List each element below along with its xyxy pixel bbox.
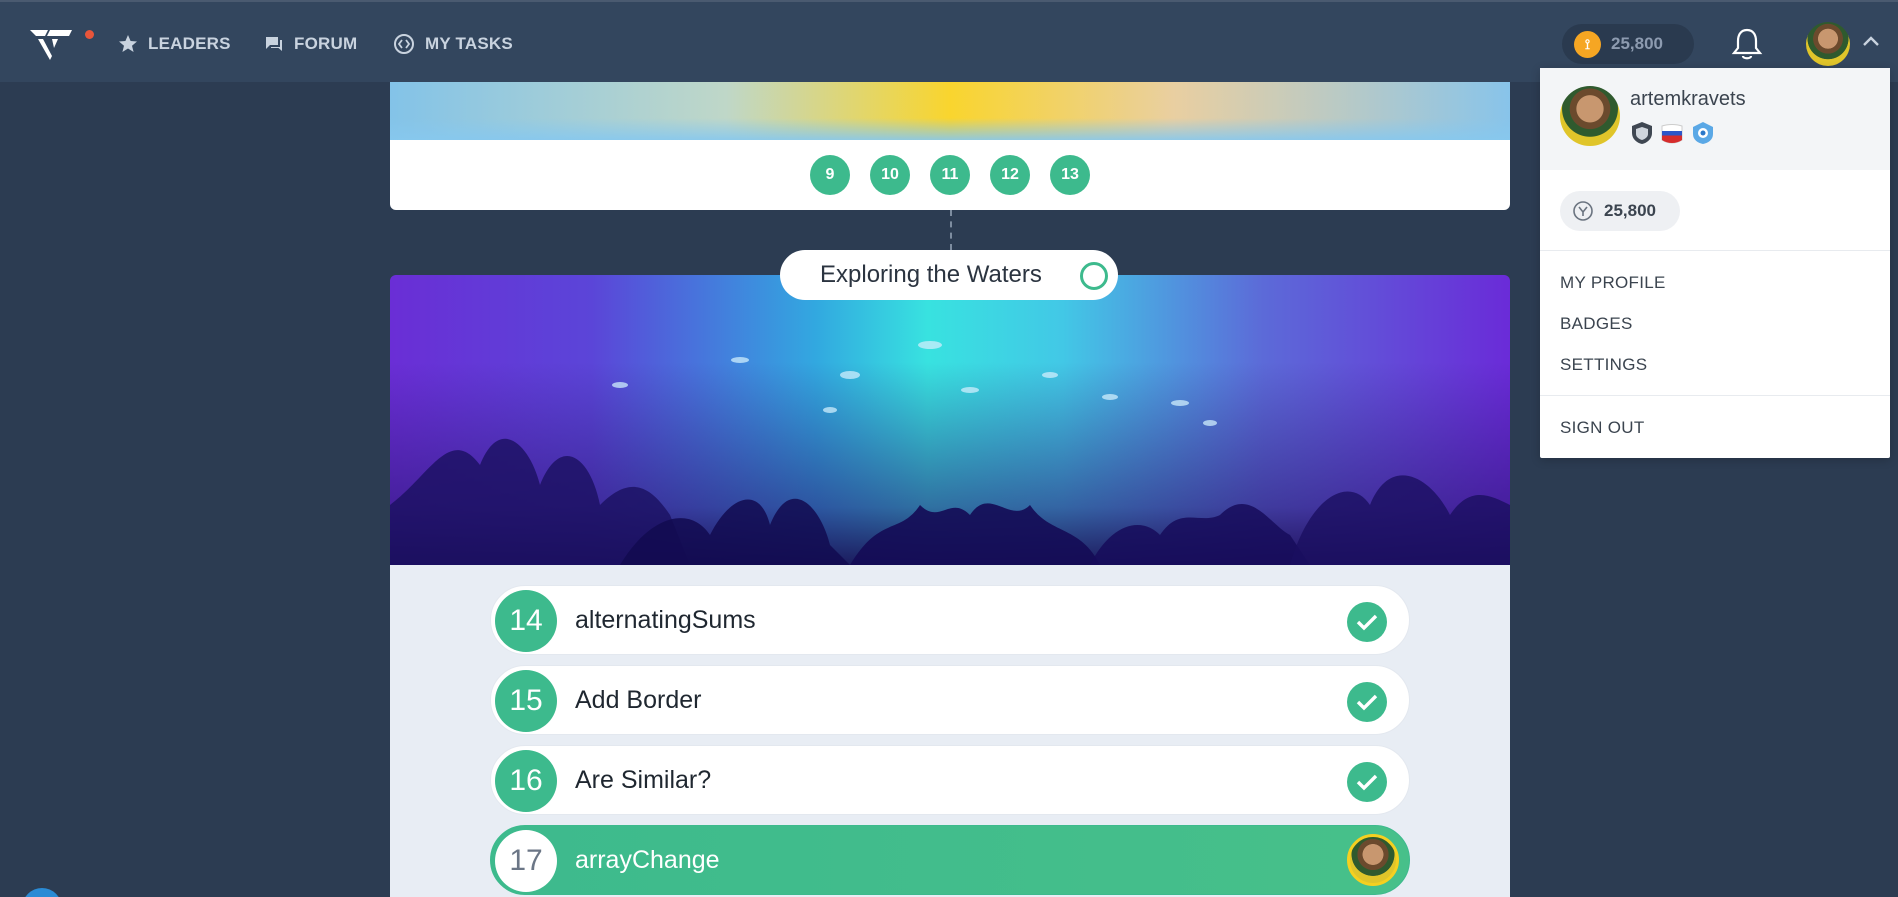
shield-badge-icon <box>1632 122 1652 144</box>
task-name: Are Similar? <box>575 766 712 794</box>
menu-item-badges[interactable]: BADGES <box>1560 314 1633 334</box>
user-menu-header: artemkravets <box>1540 68 1890 170</box>
nav-forum-label: FORUM <box>294 34 358 53</box>
menu-item-my-profile[interactable]: MY PROFILE <box>1560 273 1666 293</box>
task-row-current[interactable]: 17 arrayChange <box>490 825 1410 895</box>
dropdown-coins-value: 25,800 <box>1604 201 1656 220</box>
checkmark-icon <box>1347 602 1387 642</box>
chevron-up-icon[interactable] <box>1862 34 1880 48</box>
level-button[interactable]: 10 <box>870 155 910 195</box>
russia-flag-icon <box>1661 124 1683 144</box>
task-row[interactable]: 16 Are Similar? <box>490 745 1410 815</box>
coral-silhouette <box>390 341 1510 565</box>
task-number: 17 <box>495 830 557 892</box>
task-row[interactable]: 15 Add Border <box>490 665 1410 735</box>
previous-section-banner <box>390 82 1510 140</box>
task-name: alternatingSums <box>575 606 756 634</box>
checkmark-icon <box>1347 762 1387 802</box>
divider <box>1540 250 1890 251</box>
coin-icon: ⟟ <box>1574 30 1601 58</box>
star-icon <box>119 35 137 52</box>
section-progress-ring-icon <box>1080 262 1108 290</box>
avatar <box>1560 86 1620 146</box>
forum-icon <box>266 37 282 51</box>
section-title-pill[interactable]: Exploring the Waters <box>780 250 1118 300</box>
level-button[interactable]: 11 <box>930 155 970 195</box>
nav-forum[interactable]: FORUM <box>264 32 357 56</box>
current-user-avatar <box>1347 834 1399 886</box>
task-number: 15 <box>495 670 557 732</box>
task-name: arrayChange <box>575 846 720 874</box>
help-chat-button[interactable] <box>22 888 62 897</box>
nav-leaders-label: LEADERS <box>148 34 231 53</box>
notification-dot <box>85 30 94 39</box>
coins-balance[interactable]: ⟟ 25,800 <box>1562 24 1694 64</box>
code-icon <box>394 34 414 54</box>
coin-outline-icon <box>1573 201 1593 221</box>
dropdown-coins-balance: 25,800 <box>1560 191 1680 231</box>
user-badges <box>1630 120 1716 146</box>
task-number: 16 <box>495 750 557 812</box>
coins-value: 25,800 <box>1611 34 1663 53</box>
arcade-badge-icon <box>1693 122 1713 144</box>
bell-icon[interactable] <box>1730 26 1764 62</box>
nav-my-tasks-label: MY TASKS <box>425 34 513 53</box>
task-number: 14 <box>495 590 557 652</box>
task-name: Add Border <box>575 686 702 714</box>
menu-item-sign-out[interactable]: SIGN OUT <box>1560 418 1645 438</box>
menu-item-settings[interactable]: SETTINGS <box>1560 355 1647 375</box>
checkmark-icon <box>1347 682 1387 722</box>
level-button[interactable]: 12 <box>990 155 1030 195</box>
username: artemkravets <box>1630 88 1746 110</box>
nav-my-tasks[interactable]: MY TASKS <box>393 32 513 56</box>
nav-leaders[interactable]: LEADERS <box>118 32 231 56</box>
user-avatar[interactable] <box>1806 22 1850 66</box>
codesignal-logo-icon[interactable] <box>28 26 74 62</box>
section-banner-underwater <box>390 275 1510 565</box>
path-connector <box>950 210 952 250</box>
task-row[interactable]: 14 alternatingSums <box>490 585 1410 655</box>
section-title: Exploring the Waters <box>820 261 1042 288</box>
user-menu-dropdown: artemkravets 25,800 MY PROFILE BADGES SE… <box>1540 68 1890 458</box>
divider <box>1540 395 1890 396</box>
level-button[interactable]: 13 <box>1050 155 1090 195</box>
level-button[interactable]: 9 <box>810 155 850 195</box>
